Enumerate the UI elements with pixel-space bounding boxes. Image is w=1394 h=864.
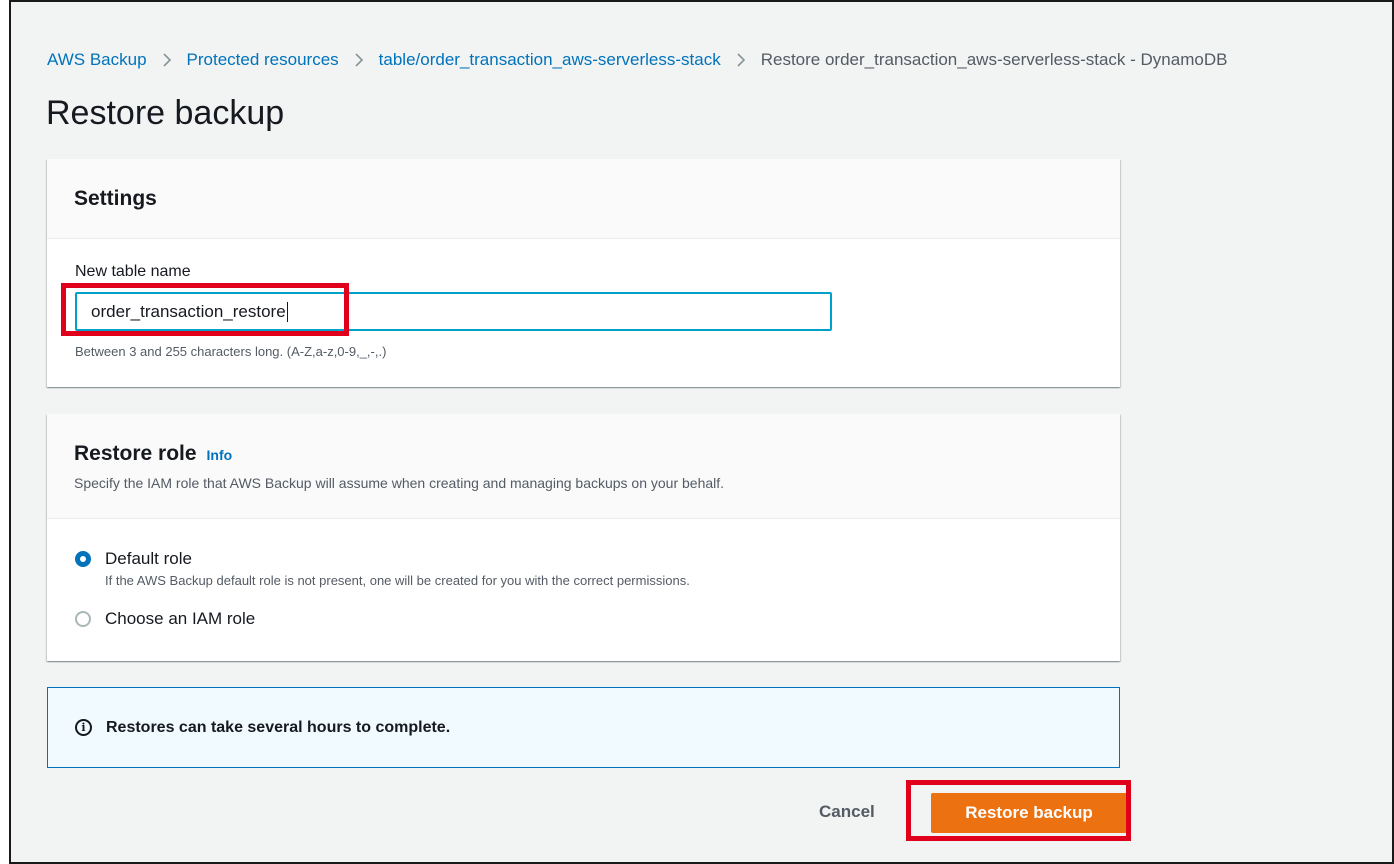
default-role-description: If the AWS Backup default role is not pr… — [105, 573, 690, 588]
page-title: Restore backup — [46, 94, 285, 132]
cancel-button[interactable]: Cancel — [819, 802, 875, 822]
breadcrumb-aws-backup[interactable]: AWS Backup — [47, 50, 147, 70]
restore-role-header: Restore role Info Specify the IAM role t… — [47, 414, 1120, 519]
breadcrumb-current: Restore order_transaction_aws-serverless… — [760, 50, 1228, 69]
radio-selected-icon[interactable] — [75, 551, 91, 567]
settings-panel: Settings New table name order_transactio… — [47, 159, 1120, 387]
radio-option-default-role[interactable]: Default role If the AWS Backup default r… — [75, 549, 690, 588]
restore-role-description: Specify the IAM role that AWS Backup wil… — [74, 475, 725, 491]
table-name-label: New table name — [75, 263, 191, 280]
table-name-hint: Between 3 and 255 characters long. (A-Z,… — [75, 344, 387, 359]
breadcrumb: AWS Backup Protected resources table/ord… — [47, 48, 1227, 72]
radio-unselected-icon[interactable] — [75, 611, 91, 627]
table-name-input[interactable]: order_transaction_restore — [75, 292, 832, 331]
page-frame: AWS Backup Protected resources table/ord… — [9, 0, 1394, 864]
text-caret — [286, 301, 288, 322]
restore-role-panel: Restore role Info Specify the IAM role t… — [47, 414, 1120, 661]
radio-option-choose-iam-role[interactable]: Choose an IAM role — [75, 609, 255, 629]
settings-header: Settings — [47, 159, 1120, 239]
breadcrumb-protected-resources[interactable]: Protected resources — [187, 50, 339, 70]
breadcrumb-table[interactable]: table/order_transaction_aws-serverless-s… — [379, 50, 721, 70]
choose-iam-role-label: Choose an IAM role — [105, 609, 256, 628]
settings-title: Settings — [74, 186, 157, 210]
info-icon: i — [75, 719, 92, 736]
default-role-label: Default role — [105, 549, 192, 568]
chevron-right-icon — [736, 52, 746, 68]
table-name-value: order_transaction_restore — [91, 301, 286, 321]
info-link[interactable]: Info — [207, 447, 233, 463]
chevron-right-icon — [162, 52, 172, 68]
alert-text: Restores can take several hours to compl… — [106, 718, 451, 736]
restore-backup-button[interactable]: Restore backup — [931, 793, 1127, 833]
chevron-right-icon — [354, 52, 364, 68]
restore-role-title: Restore role — [74, 442, 197, 465]
info-alert: i Restores can take several hours to com… — [47, 687, 1120, 768]
